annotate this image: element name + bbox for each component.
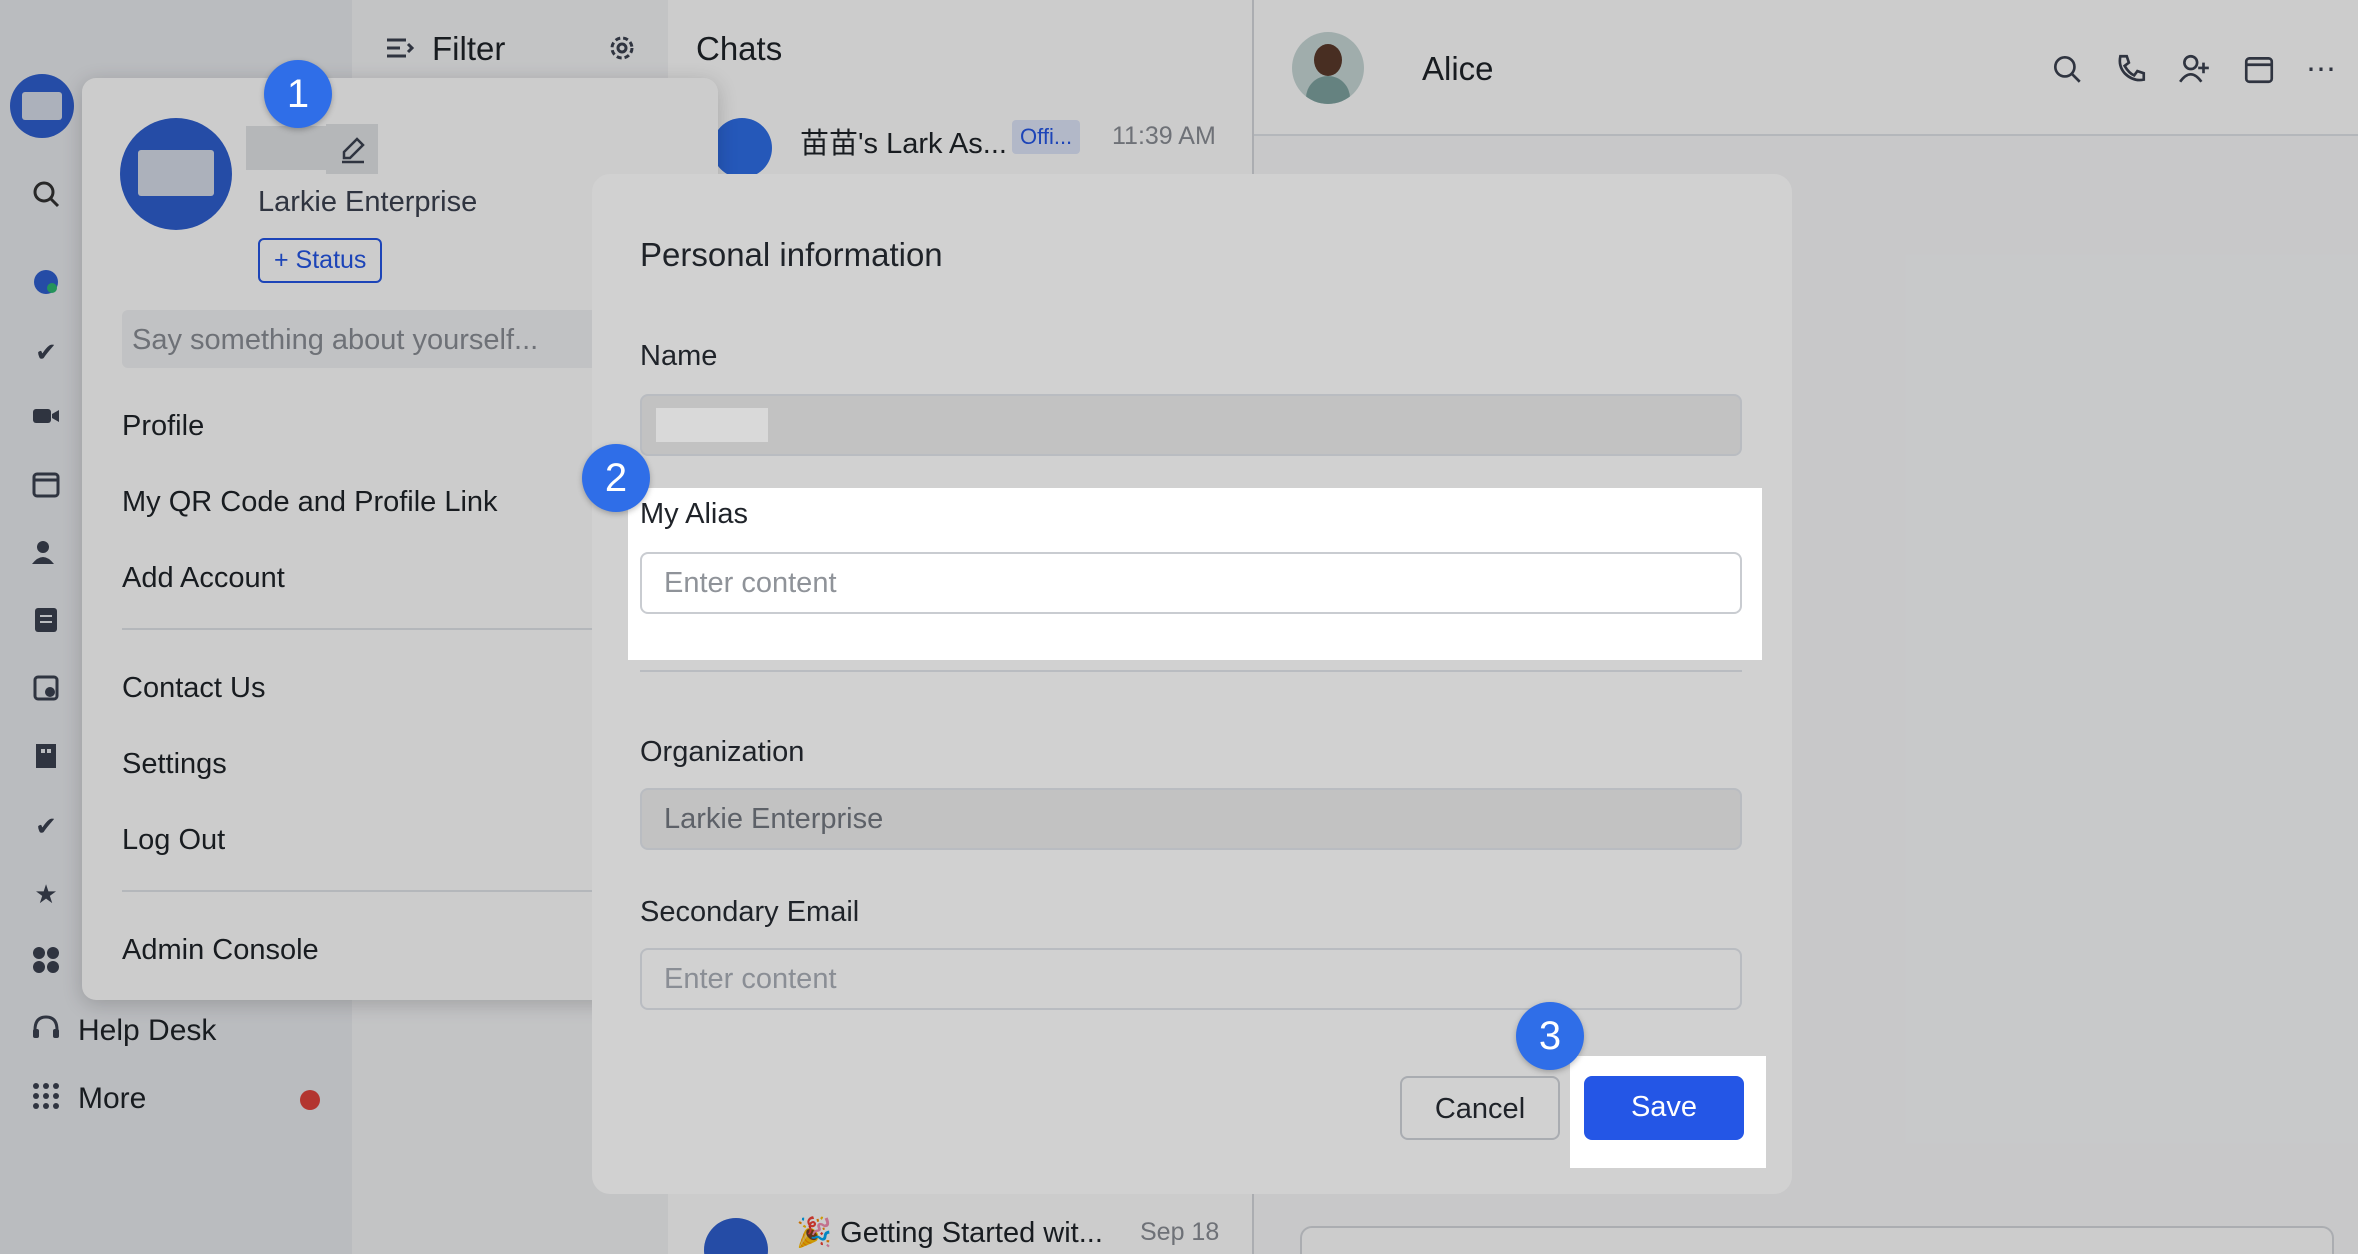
step-badge: 1: [264, 60, 332, 128]
organization-label: Organization: [640, 736, 805, 768]
alias-label: My Alias: [640, 498, 748, 530]
step-badge: 3: [1516, 1002, 1584, 1070]
name-label: Name: [640, 340, 718, 372]
app-window: ✔ ✔ ★ Help Desk More Filter Chats 苗苗's L…: [0, 0, 2358, 1254]
name-redacted: [656, 408, 768, 442]
modal-title: Personal information: [640, 236, 943, 273]
alias-input[interactable]: [640, 552, 1742, 614]
name-field: [640, 394, 1742, 456]
organization-value: Larkie Enterprise: [664, 803, 884, 835]
secondary-email-input[interactable]: Enter content: [640, 948, 1742, 1010]
secondary-email-placeholder: Enter content: [664, 963, 837, 995]
cancel-button[interactable]: Cancel: [1400, 1076, 1560, 1140]
section-divider: [640, 670, 1742, 672]
secondary-email-label: Secondary Email: [640, 896, 860, 928]
step-badge: 2: [582, 444, 650, 512]
organization-field: Larkie Enterprise: [640, 788, 1742, 850]
save-button[interactable]: Save: [1584, 1076, 1744, 1140]
personal-information-modal: Personal information Name My Alias Organ…: [592, 174, 1792, 1194]
